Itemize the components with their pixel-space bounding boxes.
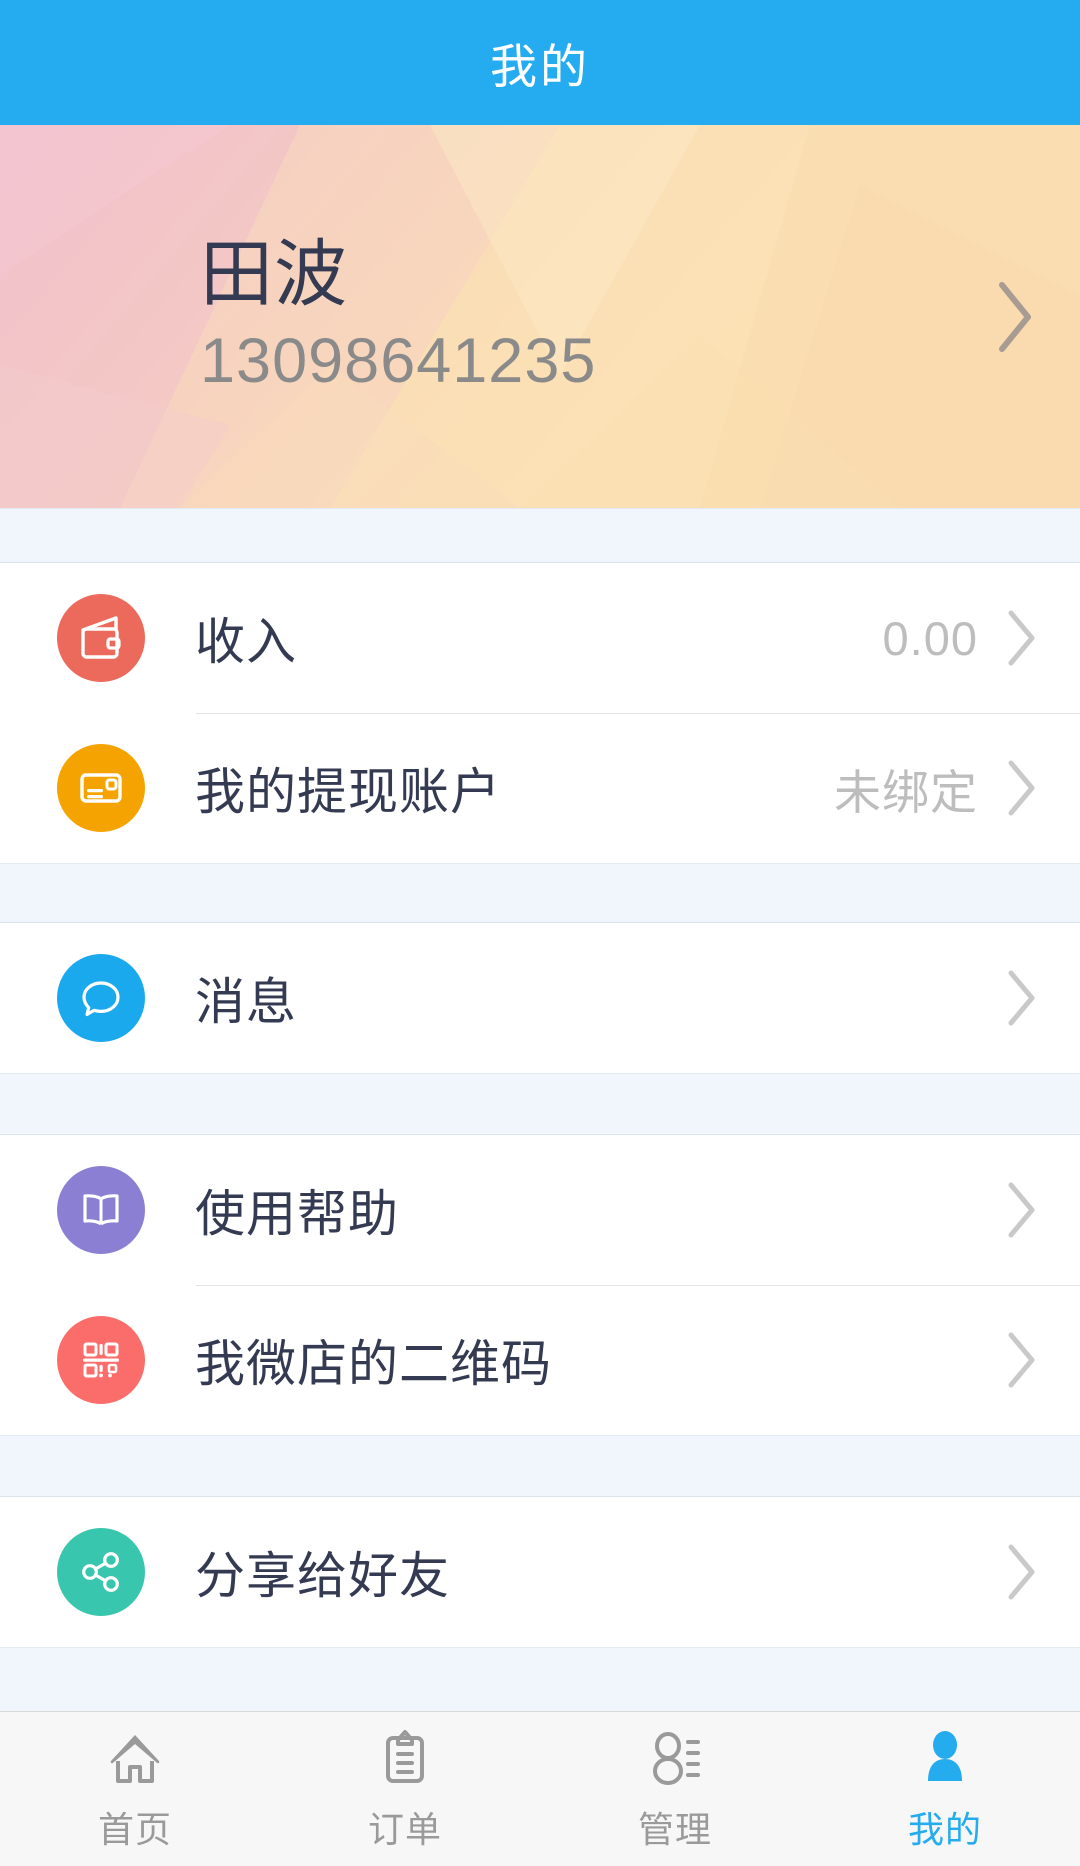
chevron-right-icon xyxy=(1004,606,1040,670)
list-item-share[interactable]: 分享给好友 xyxy=(0,1497,1080,1647)
bottom-tab-bar: 首页 订单 管理 我的 xyxy=(0,1711,1080,1866)
person-icon xyxy=(914,1725,976,1789)
list-item-label: 分享给好友 xyxy=(195,1548,450,1604)
wallet-icon xyxy=(57,594,145,682)
share-icon xyxy=(57,1528,145,1616)
manage-user-icon xyxy=(644,1725,706,1789)
top-header-bar: 我的 xyxy=(0,0,1080,125)
list-item-messages[interactable]: 消息 xyxy=(0,923,1080,1073)
list-section-account: 收入 0.00 我的提现账户 未绑定 xyxy=(0,563,1080,863)
tab-label: 首页 xyxy=(97,1809,172,1850)
list-item-label: 收入 xyxy=(195,614,297,670)
list-section-messages: 消息 xyxy=(0,923,1080,1073)
list-item-label: 使用帮助 xyxy=(195,1186,399,1242)
app-screen: 我的 田波 13098641235 收入 0.00 我的提现账户 未绑定 消息 … xyxy=(0,0,1080,1866)
list-item-value: 未绑定 xyxy=(834,765,978,819)
list-item-label: 我的提现账户 xyxy=(195,764,501,820)
list-item-label: 消息 xyxy=(195,974,297,1030)
chevron-right-icon xyxy=(1004,1540,1040,1604)
bottom-filler-band xyxy=(0,1647,1080,1711)
list-item-shop-qrcode[interactable]: 我微店的二维码 xyxy=(0,1285,1080,1435)
qrcode-icon xyxy=(57,1316,145,1404)
home-icon xyxy=(104,1725,166,1789)
clipboard-icon xyxy=(374,1725,436,1789)
book-icon xyxy=(57,1166,145,1254)
page-title: 我的 xyxy=(490,40,590,93)
list-item-income[interactable]: 收入 0.00 xyxy=(0,563,1080,713)
tab-label: 我的 xyxy=(907,1809,982,1850)
section-divider-band xyxy=(0,508,1080,563)
profile-card[interactable]: 田波 13098641235 xyxy=(0,125,1080,508)
section-divider-band xyxy=(0,863,1080,923)
list-section-share: 分享给好友 xyxy=(0,1497,1080,1647)
profile-name: 田波 xyxy=(200,233,348,315)
profile-phone: 13098641235 xyxy=(200,325,597,396)
list-section-help: 使用帮助 我微店的二维码 xyxy=(0,1135,1080,1435)
chevron-right-icon xyxy=(1004,1328,1040,1392)
tab-mine[interactable]: 我的 xyxy=(810,1712,1080,1866)
tab-label: 订单 xyxy=(367,1809,442,1850)
chevron-right-icon xyxy=(1004,1178,1040,1242)
list-item-value: 0.00 xyxy=(882,611,978,665)
section-divider-band xyxy=(0,1435,1080,1497)
chevron-right-icon xyxy=(1004,756,1040,820)
tab-orders[interactable]: 订单 xyxy=(270,1712,540,1866)
profile-chevron-right-icon[interactable] xyxy=(994,277,1038,357)
profile-text-block: 田波 13098641235 xyxy=(200,234,596,399)
tab-home[interactable]: 首页 xyxy=(0,1712,270,1866)
bank-card-icon xyxy=(57,744,145,832)
section-divider-band xyxy=(0,1073,1080,1135)
list-item-withdrawal-account[interactable]: 我的提现账户 未绑定 xyxy=(0,713,1080,863)
message-bubble-icon xyxy=(57,954,145,1042)
chevron-right-icon xyxy=(1004,966,1040,1030)
list-item-help[interactable]: 使用帮助 xyxy=(0,1135,1080,1285)
list-item-label: 我微店的二维码 xyxy=(195,1336,552,1392)
tab-label: 管理 xyxy=(637,1809,712,1850)
tab-manage[interactable]: 管理 xyxy=(540,1712,810,1866)
